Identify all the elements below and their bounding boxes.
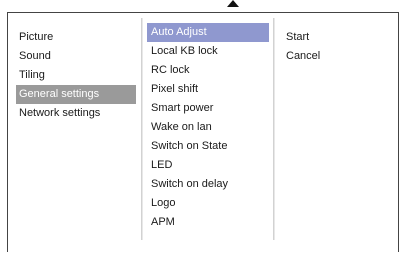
submenu-item-local-kb-lock[interactable]: Local KB lock	[147, 42, 269, 61]
column-divider	[141, 18, 143, 240]
submenu-item-auto-adjust[interactable]: Auto Adjust	[147, 23, 269, 42]
main-menu-item-general-settings[interactable]: General settings	[16, 85, 136, 104]
option-start[interactable]: Start	[283, 28, 383, 47]
options-column: Start Cancel	[283, 28, 383, 66]
submenu-item-apm[interactable]: APM	[147, 213, 269, 232]
submenu-item-led[interactable]: LED	[147, 156, 269, 175]
main-menu-item-tiling[interactable]: Tiling	[16, 66, 136, 85]
submenu-item-wake-on-lan[interactable]: Wake on lan	[147, 118, 269, 137]
submenu-item-switch-on-state[interactable]: Switch on State	[147, 137, 269, 156]
main-menu-item-network-settings[interactable]: Network settings	[16, 104, 136, 123]
submenu-item-smart-power[interactable]: Smart power	[147, 99, 269, 118]
scroll-up-icon[interactable]	[227, 0, 239, 7]
submenu-column: Auto Adjust Local KB lock RC lock Pixel …	[147, 23, 269, 232]
main-menu-column: Picture Sound Tiling General settings Ne…	[16, 28, 136, 123]
column-divider	[273, 18, 275, 240]
main-menu-item-sound[interactable]: Sound	[16, 47, 136, 66]
submenu-item-rc-lock[interactable]: RC lock	[147, 61, 269, 80]
submenu-item-logo[interactable]: Logo	[147, 194, 269, 213]
submenu-item-pixel-shift[interactable]: Pixel shift	[147, 80, 269, 99]
submenu-item-switch-on-delay[interactable]: Switch on delay	[147, 175, 269, 194]
option-cancel[interactable]: Cancel	[283, 47, 383, 66]
main-menu-item-picture[interactable]: Picture	[16, 28, 136, 47]
